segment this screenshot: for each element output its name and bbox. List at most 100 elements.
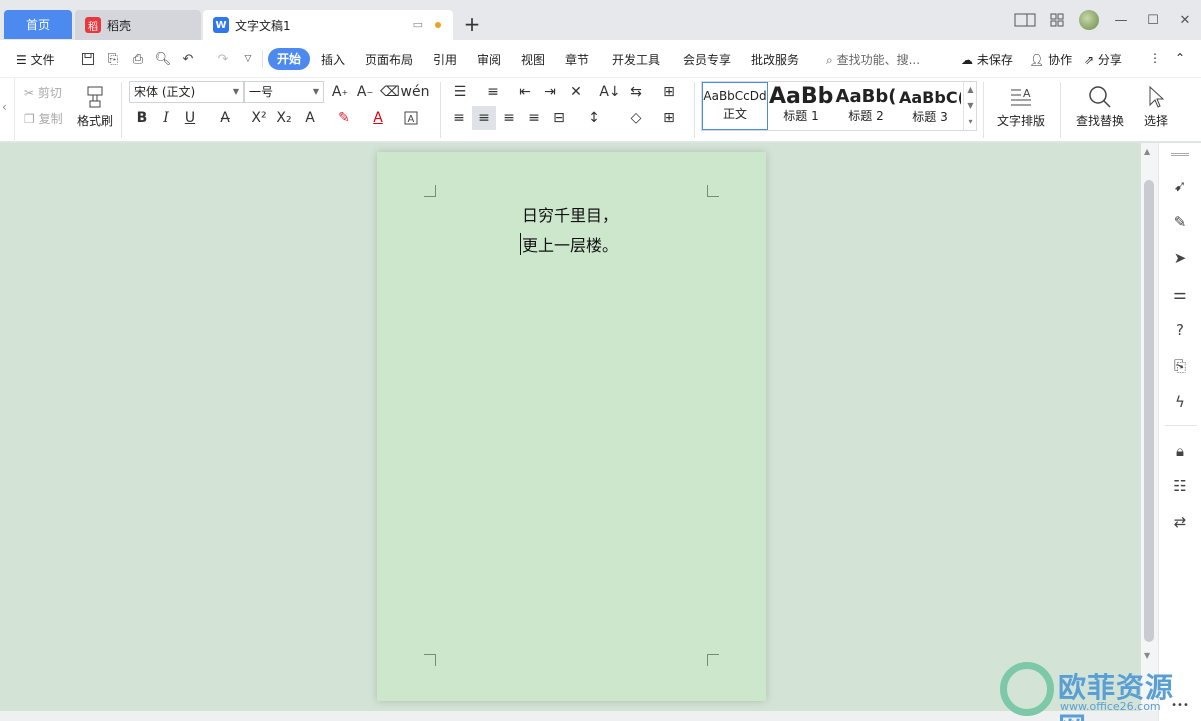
copy-button[interactable]: ❐ 复制 bbox=[24, 110, 63, 127]
outline-icon[interactable]: ☷ bbox=[1170, 476, 1190, 496]
chinese-layout-icon[interactable]: ✕ bbox=[566, 82, 586, 102]
tab-member[interactable]: 会员专享 bbox=[683, 51, 731, 68]
unsaved-button[interactable]: ☁ 未保存 bbox=[961, 51, 1013, 68]
layout-icon[interactable] bbox=[1009, 8, 1041, 32]
shading-icon[interactable]: ◇ bbox=[626, 108, 646, 128]
style-heading-1[interactable]: AaBb 标题 1 bbox=[769, 82, 833, 130]
highlight-icon[interactable]: ✎ bbox=[334, 108, 354, 128]
tab-home[interactable]: 首页 bbox=[4, 10, 72, 39]
increase-indent-icon[interactable]: ⇥ bbox=[540, 82, 560, 102]
panel-handle[interactable] bbox=[1171, 153, 1189, 156]
chevron-up-icon[interactable]: ▲ bbox=[964, 82, 977, 98]
collapse-ribbon-icon[interactable]: ⌃ bbox=[1175, 51, 1185, 65]
italic-icon[interactable]: I bbox=[156, 108, 176, 128]
tab-daoke[interactable]: 稻 稻壳 bbox=[75, 10, 201, 40]
monitor-icon[interactable]: ▭ bbox=[413, 18, 423, 31]
text-layout-button[interactable]: A 文字排版 bbox=[992, 82, 1050, 129]
cut-button[interactable]: ✂ 剪切 bbox=[24, 84, 62, 101]
new-tab-button[interactable]: + bbox=[460, 12, 484, 36]
ribbon-scroll-left-icon[interactable]: ‹ bbox=[2, 100, 7, 114]
export-pdf-icon[interactable]: ⎘ bbox=[104, 50, 122, 68]
styles-scroll[interactable]: ▲ ▼ ▾ bbox=[963, 82, 977, 130]
find-replace-button[interactable]: 查找替换 bbox=[1070, 82, 1130, 129]
collaborate-button[interactable]: 👤︎ 协作 bbox=[1029, 51, 1072, 68]
close-icon[interactable]: ✕ bbox=[1169, 8, 1201, 32]
scroll-down-icon[interactable]: ▼ bbox=[1144, 651, 1150, 660]
redo-icon[interactable]: ↷ bbox=[214, 50, 232, 68]
customize-quickbar-icon[interactable]: ▽ bbox=[239, 50, 257, 68]
tab-insert[interactable]: 插入 bbox=[321, 51, 345, 68]
clear-format-icon[interactable]: ⌫ bbox=[380, 82, 400, 102]
pinyin-guide-icon[interactable]: wén bbox=[401, 82, 430, 102]
tab-review[interactable]: 审阅 bbox=[477, 51, 501, 68]
font-color-icon[interactable]: A bbox=[368, 108, 388, 128]
tab-start[interactable]: 开始 bbox=[268, 48, 310, 70]
style-heading-2[interactable]: AaBb( 标题 2 bbox=[834, 82, 898, 130]
line-spacing-icon[interactable]: ↕ bbox=[584, 108, 604, 128]
tab-developer[interactable]: 开发工具 bbox=[612, 51, 660, 68]
lock-icon[interactable]: 🔒︎ bbox=[1170, 441, 1190, 461]
file-menu[interactable]: ☰ 文件 bbox=[16, 51, 55, 68]
tab-page-layout[interactable]: 页面布局 bbox=[365, 51, 413, 68]
pen-icon[interactable]: ✎ bbox=[1170, 212, 1190, 232]
search-function[interactable]: ⌕ 查找功能、搜... bbox=[826, 51, 920, 68]
select-button[interactable]: 选择 bbox=[1136, 82, 1176, 129]
bold-icon[interactable]: B bbox=[132, 108, 152, 128]
save-icon[interactable] bbox=[79, 50, 97, 68]
chevron-down-icon[interactable]: ▼ bbox=[964, 98, 977, 114]
justify-icon[interactable]: ≡ bbox=[524, 108, 544, 128]
document-line[interactable]: 日穷千里目， bbox=[522, 202, 618, 226]
sync-icon[interactable]: ⇄ bbox=[1170, 512, 1190, 532]
translate-icon[interactable]: ⎘ bbox=[1170, 356, 1190, 376]
undo-icon[interactable]: ↶ bbox=[179, 50, 197, 68]
cursor-icon[interactable]: ➤ bbox=[1170, 248, 1190, 268]
align-right-icon[interactable]: ≡ bbox=[499, 108, 519, 128]
align-center-icon[interactable]: ≡ bbox=[472, 106, 496, 130]
print-icon[interactable]: ⎙ bbox=[129, 50, 147, 68]
print-preview-icon[interactable]: 🔍︎ bbox=[154, 50, 172, 68]
borders-icon[interactable]: ⊞ bbox=[659, 108, 679, 128]
settings-sliders-icon[interactable]: ⚌ bbox=[1170, 284, 1190, 304]
help-icon[interactable]: ? bbox=[1170, 320, 1190, 340]
document-page[interactable]: 日穷千里目， 更上一层楼。 bbox=[377, 152, 766, 701]
style-normal[interactable]: AaBbCcDd 正文 bbox=[702, 82, 768, 130]
font-name-select[interactable]: 宋体 (正文) ▼ bbox=[129, 81, 244, 103]
shrink-font-icon[interactable]: A − bbox=[355, 82, 375, 102]
font-size-select[interactable]: 一号 ▼ bbox=[244, 81, 324, 103]
show-marks-icon[interactable]: ⊞ bbox=[659, 82, 679, 102]
horizontal-scrollbar[interactable] bbox=[0, 711, 1158, 721]
sort-icon[interactable]: A↓ bbox=[599, 82, 620, 102]
strikethrough-icon[interactable]: A̶ bbox=[215, 108, 235, 128]
lightning-icon[interactable]: ϟ bbox=[1170, 392, 1190, 412]
grow-font-icon[interactable]: A + bbox=[330, 82, 350, 102]
char-border-icon[interactable]: A bbox=[401, 108, 421, 128]
document-canvas[interactable]: 日穷千里目， 更上一层楼。 bbox=[0, 143, 1141, 711]
document-line[interactable]: 更上一层楼。 bbox=[522, 232, 618, 256]
rocket-icon[interactable]: ➹ bbox=[1170, 176, 1190, 196]
underline-icon[interactable]: U bbox=[180, 108, 200, 128]
tab-section[interactable]: 章节 bbox=[565, 51, 589, 68]
subscript-icon[interactable]: X₂ bbox=[274, 108, 294, 128]
share-button[interactable]: ⇗ 分享 bbox=[1084, 51, 1122, 68]
minimize-icon[interactable]: — bbox=[1105, 8, 1137, 32]
scrollbar-thumb[interactable] bbox=[1144, 180, 1154, 642]
tab-correction[interactable]: 批改服务 bbox=[751, 51, 799, 68]
tab-view[interactable]: 视图 bbox=[521, 51, 545, 68]
numbered-list-icon[interactable]: ≡ bbox=[483, 82, 503, 102]
bullet-list-icon[interactable]: ☰ bbox=[450, 82, 470, 102]
style-heading-3[interactable]: AaBbC( 标题 3 bbox=[899, 82, 961, 130]
superscript-icon[interactable]: X² bbox=[249, 108, 269, 128]
paragraph-direction-icon[interactable]: ⇆ bbox=[626, 82, 646, 102]
maximize-icon[interactable]: ☐ bbox=[1137, 8, 1169, 32]
text-effect-icon[interactable]: A bbox=[300, 108, 320, 128]
align-left-icon[interactable]: ≡ bbox=[449, 108, 469, 128]
more-icon[interactable]: ⋮ bbox=[1149, 51, 1161, 65]
expand-icon[interactable]: ▾ bbox=[964, 114, 977, 130]
distribute-icon[interactable]: ⊟ bbox=[549, 108, 569, 128]
scroll-up-icon[interactable]: ▲ bbox=[1144, 147, 1150, 156]
tab-document[interactable]: W 文字文稿1 ▭ bbox=[203, 10, 453, 40]
format-painter-button[interactable]: 格式刷 bbox=[76, 82, 114, 129]
vertical-scrollbar[interactable]: ▲ ▼ bbox=[1141, 143, 1158, 711]
decrease-indent-icon[interactable]: ⇤ bbox=[515, 82, 535, 102]
avatar[interactable] bbox=[1073, 8, 1105, 32]
